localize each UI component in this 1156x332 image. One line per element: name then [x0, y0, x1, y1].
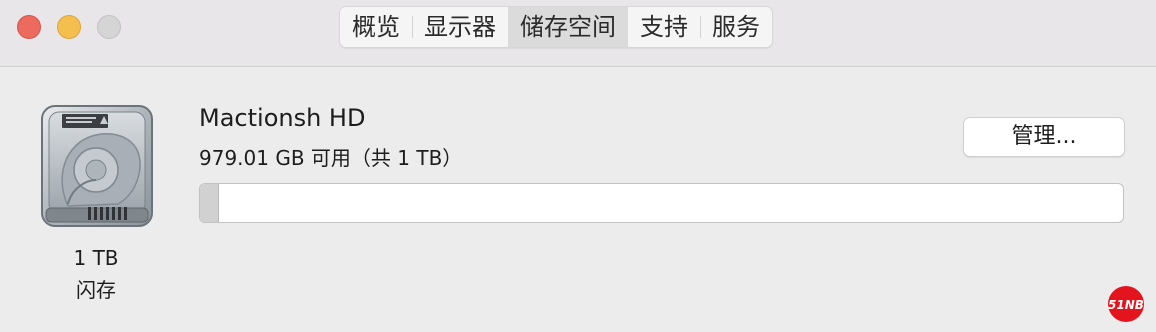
tab-overview[interactable]: 概览: [340, 7, 412, 47]
disk-capacity-label: 1 TB: [73, 246, 119, 270]
tab-bar: 概览 显示器 储存空间 支持 服务: [339, 6, 773, 48]
svg-text:51NB: 51NB: [1108, 298, 1144, 312]
tab-support[interactable]: 支持: [628, 7, 700, 47]
drive-available-space: 979.01 GB 可用（共 1 TB）: [199, 146, 463, 170]
watermark-logo: 51NB: [1106, 284, 1146, 324]
zoom-window-button[interactable]: [97, 15, 121, 39]
storage-used-segment: [200, 184, 220, 222]
minimize-window-button[interactable]: [57, 15, 81, 39]
title-bar: 概览 显示器 储存空间 支持 服务: [0, 0, 1156, 67]
disk-type-label: 闪存: [76, 278, 116, 302]
tab-storage[interactable]: 储存空间: [508, 7, 628, 47]
storage-usage-bar: [199, 183, 1124, 223]
tab-displays[interactable]: 显示器: [412, 7, 508, 47]
close-window-button[interactable]: [17, 15, 41, 39]
tab-service[interactable]: 服务: [700, 7, 772, 47]
drive-name: Mactionsh HD: [199, 104, 366, 132]
hard-drive-icon: [38, 104, 156, 230]
manage-button[interactable]: 管理...: [963, 117, 1125, 157]
